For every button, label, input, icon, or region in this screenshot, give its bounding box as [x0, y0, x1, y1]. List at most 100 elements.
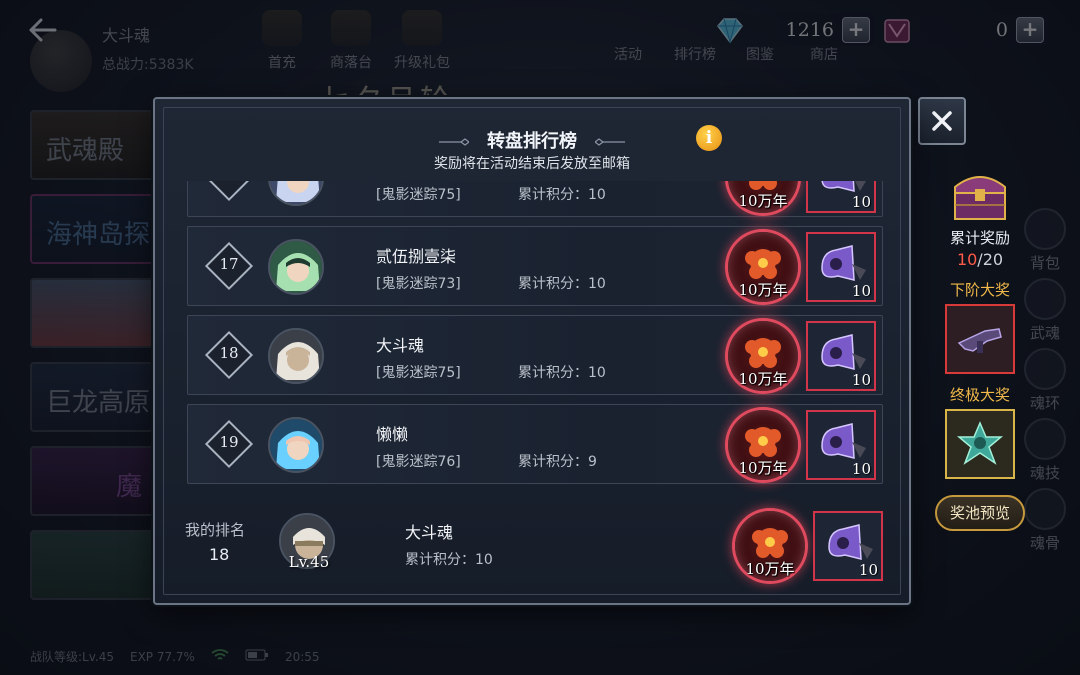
- player-name: 大斗魂: [376, 336, 425, 355]
- flower-orb-reward[interactable]: 10万年: [728, 181, 798, 213]
- item-count: 10: [858, 561, 878, 579]
- player-power: 总战力:5383K: [102, 57, 194, 73]
- spider-relic-icon: [956, 421, 1004, 465]
- add-diamond-button[interactable]: +: [842, 17, 870, 43]
- ranking-row[interactable]: 18 大斗魂 [鬼影迷踪75] 累计积分：10 10万年 10: [187, 315, 883, 395]
- banner-forest[interactable]: [30, 530, 154, 600]
- my-rank-row: 我的排名 18 Lv.45 大斗魂 累计积分：10 10万年 10: [169, 501, 889, 591]
- progress-total: /20: [977, 250, 1004, 269]
- my-name: 大斗魂: [405, 523, 454, 542]
- gem-icon: [880, 14, 914, 46]
- ornament-left-icon: [438, 138, 469, 146]
- flower-orb-reward[interactable]: 10万年: [735, 511, 805, 581]
- my-level: Lv.45: [288, 553, 330, 571]
- ranking-row[interactable]: 16 [鬼影迷踪75] 累计积分：10 10万年 10: [187, 181, 883, 217]
- status-bar: 战队等级:Lv.45 EXP 77.7% 20:55: [30, 648, 320, 665]
- orb-label: 10万年: [738, 459, 788, 477]
- ring-icon: [1024, 348, 1066, 390]
- menu-shop-stage[interactable]: 商落台: [330, 10, 372, 72]
- orb-label: 10万年: [745, 560, 795, 578]
- battery-icon: [245, 649, 269, 664]
- my-rank-label: 我的排名: [185, 521, 246, 539]
- diamond-balance: 1216 +: [712, 14, 874, 46]
- flower-orb-reward[interactable]: 10万年: [728, 321, 798, 391]
- orb-label: 10万年: [738, 281, 788, 299]
- weapon-icon: [957, 328, 1002, 353]
- item-count: 10: [851, 282, 871, 300]
- diamond-icon: [712, 14, 746, 46]
- gem-count: 0: [995, 19, 1008, 41]
- player-name: 大斗魂: [102, 26, 151, 45]
- rank-number: 16: [204, 181, 254, 184]
- close-icon: [932, 111, 952, 131]
- leaderboard-modal: 转盘排行榜 奖励将在活动结束后发放至邮箱 i 16 [鬼影迷踪75] 累计积分：10…: [153, 97, 911, 605]
- banner-haishen[interactable]: 海神岛探: [30, 194, 154, 264]
- item-count: 10: [851, 460, 871, 478]
- ultimate-tier-label: 终极大奖: [949, 386, 1010, 404]
- ranking-row[interactable]: 17 贰伍捌壹柒 [鬼影迷踪73] 累计积分：10 10万年 10: [187, 226, 883, 306]
- player-avatar[interactable]: [268, 328, 324, 384]
- score: 累计积分：9: [518, 454, 597, 470]
- ranking-row[interactable]: 19 懒懒 [鬼影迷踪76] 累计积分：9 10万年 10: [187, 404, 883, 484]
- horn-item-reward[interactable]: 10: [813, 511, 883, 581]
- flower-orb-reward[interactable]: 10万年: [728, 410, 798, 480]
- player-name: 懒懒: [376, 425, 409, 444]
- next-tier-label: 下阶大奖: [949, 281, 1010, 299]
- chest-icon[interactable]: [949, 165, 1011, 225]
- gift-icon: [262, 10, 302, 46]
- diamond-count: 1216: [785, 19, 834, 41]
- menu-activity[interactable]: 活动: [614, 38, 642, 64]
- close-button[interactable]: [918, 97, 966, 145]
- server-name: [鬼影迷踪75]: [376, 187, 461, 203]
- orb-label: 10万年: [738, 370, 788, 388]
- info-icon[interactable]: i: [696, 125, 722, 151]
- my-rank-number: 18: [209, 545, 230, 564]
- menu-leaderboard[interactable]: 排行榜: [674, 38, 716, 64]
- cumulative-reward-label: 累计奖励: [949, 229, 1010, 247]
- score: 累计积分：10: [518, 276, 606, 292]
- server-name: [鬼影迷踪75]: [376, 365, 461, 381]
- player-name: 贰伍捌壹柒: [376, 247, 457, 266]
- wuhun-icon: [1024, 278, 1066, 320]
- horn-item-reward[interactable]: 10: [806, 410, 876, 480]
- rank-badge-icon: [204, 181, 254, 202]
- orb-label: 10万年: [738, 192, 788, 210]
- exp-percent: EXP 77.7%: [129, 649, 195, 664]
- horn-item-reward[interactable]: 10: [806, 232, 876, 302]
- item-count: 10: [851, 193, 871, 211]
- horn-item-reward[interactable]: 10: [806, 321, 876, 391]
- event-banner-list: 武魂殿 海神岛探 巨龙高原 魔: [30, 110, 154, 614]
- skill-icon: [1024, 418, 1066, 460]
- horn-item-reward[interactable]: 10: [806, 181, 876, 213]
- back-arrow-icon[interactable]: [20, 12, 64, 48]
- team-level: 战队等级:Lv.45: [30, 650, 114, 664]
- banner-wuhundian[interactable]: 武魂殿: [30, 110, 154, 180]
- next-tier-reward[interactable]: [945, 304, 1015, 374]
- ultimate-reward[interactable]: [945, 409, 1015, 479]
- pool-preview-button[interactable]: 奖池预览: [935, 495, 1025, 531]
- item-count: 10: [851, 371, 871, 389]
- server-name: [鬼影迷踪76]: [376, 454, 461, 470]
- player-avatar[interactable]: [268, 181, 324, 206]
- banner-mo[interactable]: 魔: [30, 446, 154, 516]
- rank-number: 19: [219, 433, 239, 451]
- menu-first-charge[interactable]: 首充: [262, 10, 302, 72]
- menu-level-gift[interactable]: 升级礼包: [394, 10, 450, 72]
- stage-icon: [331, 10, 371, 46]
- clock-time: 20:55: [284, 649, 320, 664]
- ranking-list[interactable]: 16 [鬼影迷踪75] 累计积分：10 10万年 10 17 贰伍捌壹柒 [鬼影迷踪73] 累计…: [185, 181, 885, 493]
- rank-number: 17: [219, 255, 239, 273]
- add-gem-button[interactable]: +: [1016, 17, 1044, 43]
- modal-title-row: 转盘排行榜: [155, 127, 909, 153]
- bone-icon: [1024, 488, 1066, 530]
- wifi-icon: [211, 649, 229, 664]
- modal-subtitle: 奖励将在活动结束后发放至邮箱: [434, 156, 630, 172]
- player-avatar[interactable]: [268, 417, 324, 473]
- my-score: 累计积分：10: [405, 552, 493, 568]
- modal-title: 转盘排行榜: [487, 131, 577, 152]
- progress-current: 10: [956, 250, 978, 269]
- banner-julong[interactable]: 巨龙高原: [30, 362, 154, 432]
- flower-orb-reward[interactable]: 10万年: [728, 232, 798, 302]
- player-avatar[interactable]: [268, 239, 324, 295]
- banner-characters[interactable]: [30, 278, 154, 348]
